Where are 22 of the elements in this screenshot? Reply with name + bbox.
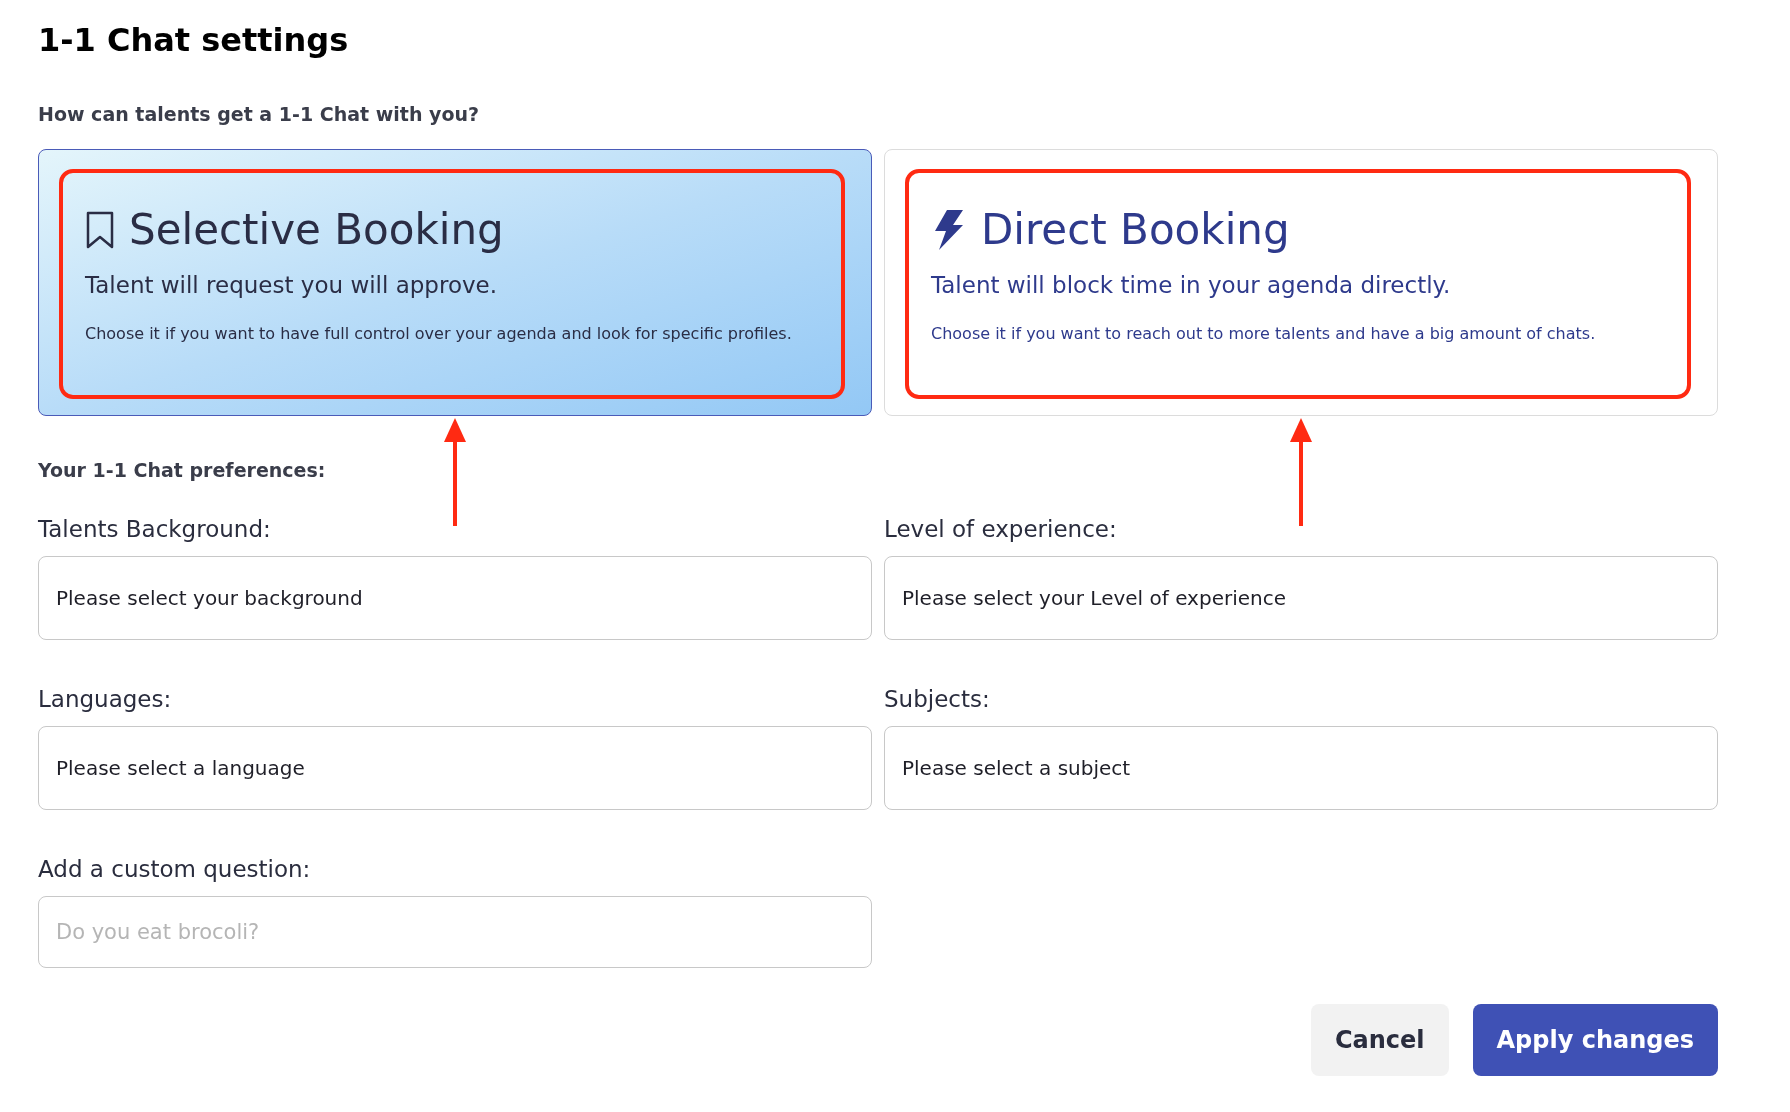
select-field[interactable]: Please select your background bbox=[38, 556, 872, 640]
field-label: Level of experience: bbox=[884, 515, 1118, 544]
preferences-heading: Your 1-1 Chat preferences: bbox=[38, 457, 327, 483]
text-input-field[interactable]: Do you eat brocoli? bbox=[38, 896, 872, 968]
option-description: Choose it if you want to have full control over your agenda and look for specific profiles. bbox=[85, 323, 793, 345]
field-label: Talents Background: bbox=[38, 515, 272, 544]
page-title: 1-1 Chat settings bbox=[38, 20, 350, 61]
select-field[interactable]: Please select your Level of experience bbox=[884, 556, 1718, 640]
bookmark-icon bbox=[85, 210, 115, 249]
field-label: Add a custom question: bbox=[38, 855, 312, 884]
option-title: Selective Booking bbox=[129, 203, 504, 256]
field-label: Subjects: bbox=[884, 685, 991, 714]
option-subtitle: Talent will request you will approve. bbox=[85, 270, 499, 300]
booking-question: How can talents get a 1-1 Chat with you? bbox=[38, 102, 480, 127]
option-description: Choose it if you want to reach out to more talents and have a big amount of chats. bbox=[931, 323, 1597, 345]
option-subtitle: Talent will block time in your agenda directly. bbox=[931, 270, 1452, 300]
select-field[interactable]: Please select a subject bbox=[884, 726, 1718, 810]
select-field[interactable]: Please select a language bbox=[38, 726, 872, 810]
field-label: Languages: bbox=[38, 685, 173, 714]
option-title: Direct Booking bbox=[981, 203, 1290, 256]
cancel-button[interactable]: Cancel bbox=[1310, 1004, 1449, 1076]
apply-button[interactable]: Apply changes bbox=[1472, 1004, 1718, 1076]
